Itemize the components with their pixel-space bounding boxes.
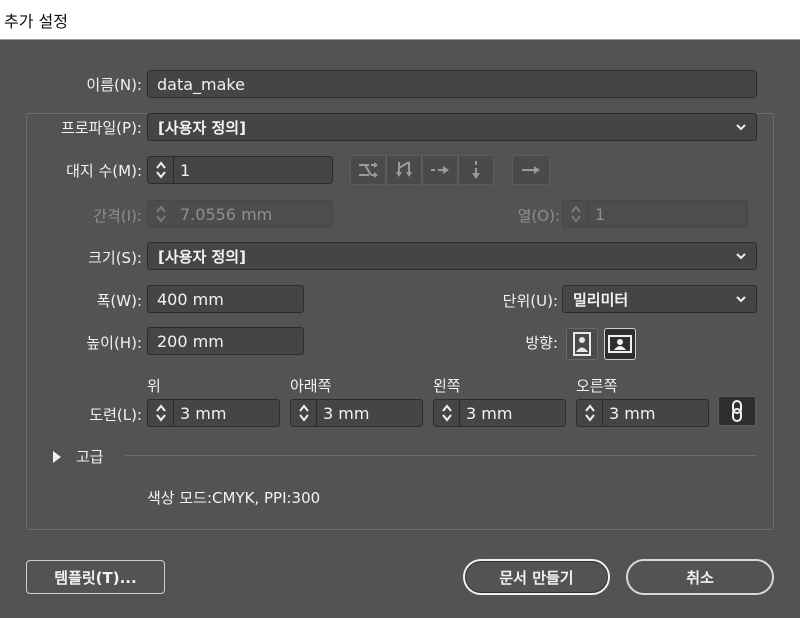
stepper-arrows-icon[interactable] [434,400,460,426]
bleed-left-stepper[interactable]: 3 mm [433,399,566,427]
arrange-by-row-icon[interactable] [422,155,458,185]
bleed-right-value: 3 mm [609,403,656,423]
templates-button[interactable]: 템플릿(T)... [26,560,165,594]
chevron-down-icon [736,253,746,260]
advanced-toggle[interactable]: 고급 [52,446,104,467]
stepper-arrows-icon[interactable] [291,400,317,426]
orientation-label: 방향: [525,334,558,352]
stepper-arrows-icon[interactable] [577,400,603,426]
triangle-right-icon [53,450,61,463]
spacing-stepper[interactable]: 7.0556 mm [147,200,333,228]
stepper-arrows-icon[interactable] [563,201,589,227]
chevron-down-icon [736,296,746,303]
right-to-left-icon[interactable] [512,155,550,185]
bleed-bottom-value: 3 mm [323,403,370,423]
width-label: 폭(W): [96,292,142,310]
units-select-value: 밀리미터 [573,290,629,309]
grid-by-column-icon[interactable] [386,155,422,185]
columns-label: 열(O): [517,207,560,225]
grid-by-row-icon[interactable] [350,155,386,185]
artboards-label: 대지 수(M): [66,162,142,180]
bleed-left-header: 왼쪽 [433,377,461,395]
chevron-down-icon [736,124,746,131]
spacing-value: 7.0556 mm [180,204,273,224]
artboards-value: 1 [180,160,191,180]
spacing-label: 간격(I): [93,207,142,225]
advanced-divider [125,455,757,456]
window-title-bar: 추가 설정 [0,0,800,40]
artboards-stepper[interactable]: 1 [147,156,333,184]
height-input[interactable]: 200 mm [147,327,304,355]
columns-stepper[interactable]: 1 [562,200,748,228]
arrange-by-column-icon[interactable] [458,155,494,185]
window-title: 추가 설정 [4,11,68,31]
profile-select-value: [사용자 정의] [158,118,246,137]
portrait-orientation-button[interactable] [566,328,598,360]
width-input[interactable]: 400 mm [147,285,304,313]
size-select-value: [사용자 정의] [158,247,246,266]
create-document-button[interactable]: 문서 만들기 [463,559,610,595]
size-select[interactable]: [사용자 정의] [147,242,757,270]
advanced-label: 고급 [76,448,104,466]
bleed-top-value: 3 mm [180,403,227,423]
landscape-orientation-button[interactable] [604,328,636,360]
chain-link-icon[interactable] [718,396,756,426]
bleed-left-value: 3 mm [466,403,513,423]
bleed-top-header: 위 [147,377,161,395]
units-label: 단위(U): [502,292,558,310]
columns-value: 1 [595,204,606,224]
bleed-bottom-stepper[interactable]: 3 mm [290,399,423,427]
bleed-label: 도련(L): [89,406,142,424]
portrait-icon [573,332,591,356]
units-select[interactable]: 밀리미터 [562,285,757,313]
stepper-arrows-icon[interactable] [148,400,174,426]
color-mode-info: 색상 모드:CMYK, PPI:300 [147,489,321,507]
stepper-arrows-icon[interactable] [148,157,174,183]
profile-select[interactable]: [사용자 정의] [147,113,757,141]
name-label: 이름(N): [86,76,142,94]
height-label: 높이(H): [86,334,142,352]
profile-label: 프로파일(P): [60,119,142,137]
cancel-button[interactable]: 취소 [626,559,774,595]
landscape-icon [608,335,632,353]
bleed-right-header: 오른쪽 [576,377,618,395]
size-label: 크기(S): [88,249,142,267]
stepper-arrows-icon[interactable] [148,201,174,227]
bleed-bottom-header: 아래쪽 [290,377,332,395]
bleed-top-stepper[interactable]: 3 mm [147,399,280,427]
bleed-right-stepper[interactable]: 3 mm [576,399,709,427]
name-input[interactable]: data_make [147,70,757,98]
